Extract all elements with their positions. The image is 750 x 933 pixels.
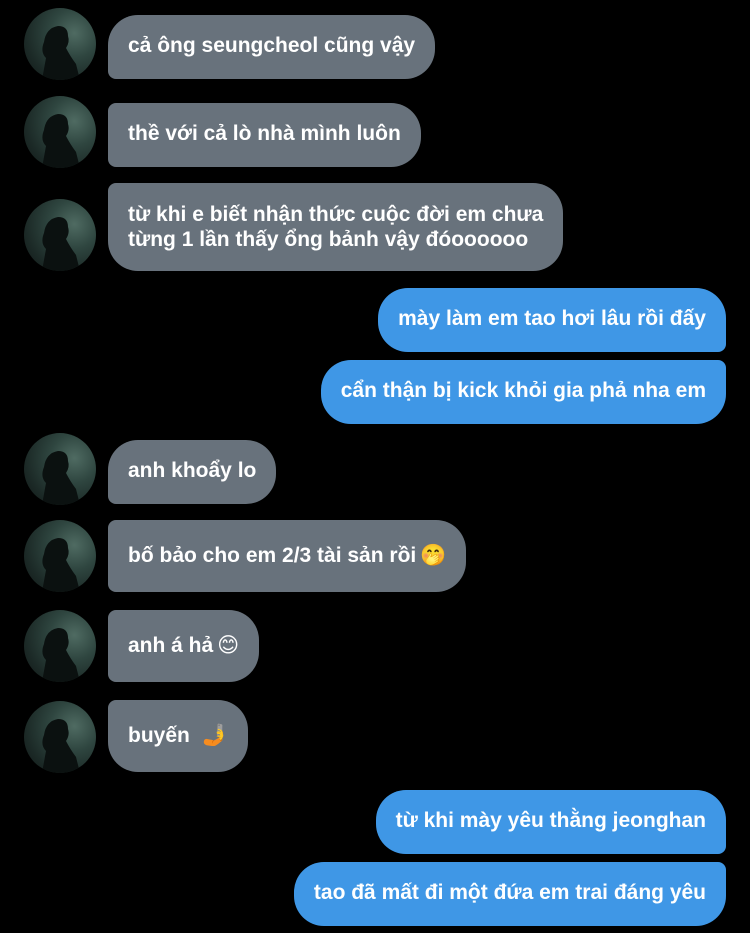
message-text: thề với cả lò nhà mình luôn — [128, 122, 401, 145]
message-bubble-incoming[interactable]: anh á hả 😊 — [108, 610, 260, 682]
message-bubble-incoming[interactable]: bố bảo cho em 2/3 tài sản rồi 🤭 — [108, 520, 467, 592]
message-bubble-outgoing[interactable]: mày làm em tao hơi lâu rồi đấy — [378, 288, 726, 352]
message-bubble-outgoing[interactable]: tao đã mất đi một đứa em trai đáng yêu — [293, 862, 726, 926]
contact-avatar[interactable] — [24, 8, 96, 80]
contact-avatar[interactable] — [24, 433, 96, 505]
message-text: buyến — [128, 724, 190, 747]
message-text: anh á hả — [128, 634, 214, 657]
message-text-line: từ khi e biết nhận thức cuộc đời em chưa — [128, 203, 544, 226]
message-bubble-incoming[interactable]: từ khi e biết nhận thức cuộc đời em chưa… — [108, 183, 564, 271]
smiling-face-icon: 😊 — [217, 634, 240, 657]
contact-avatar[interactable] — [24, 701, 96, 773]
message-bubble-outgoing[interactable]: cẩn thận bị kick khỏi gia phả nha em — [320, 360, 726, 424]
message-text-line: từng 1 lần thấy ổng bảnh vậy đóoooooo — [128, 228, 529, 251]
contact-avatar[interactable] — [24, 610, 96, 682]
contact-avatar[interactable] — [24, 199, 96, 271]
face-with-hand-over-mouth-icon: 🤭 — [420, 544, 447, 567]
message-text: mày làm em tao hơi lâu rồi đấy — [398, 307, 706, 330]
message-text: bố bảo cho em 2/3 tài sản rồi — [128, 544, 417, 567]
message-text: cả ông seungcheol cũng vậy — [128, 34, 416, 57]
message-bubble-incoming[interactable]: buyến 🤳 — [108, 700, 248, 772]
message-text: tao đã mất đi một đứa em trai đáng yêu — [313, 881, 706, 904]
message-bubble-incoming[interactable]: cả ông seungcheol cũng vậy — [108, 15, 436, 79]
message-bubble-incoming[interactable]: thề với cả lò nhà mình luôn — [108, 103, 421, 167]
contact-avatar[interactable] — [24, 520, 96, 592]
message-bubble-outgoing[interactable]: từ khi mày yêu thằng jeonghan — [375, 790, 726, 854]
message-text: từ khi mày yêu thằng jeonghan — [395, 809, 706, 832]
message-bubble-incoming[interactable]: anh khoẩy lo — [108, 440, 277, 504]
selfie-icon: 🤳 — [201, 724, 228, 747]
chat-thread[interactable]: cả ông seungcheol cũng vậy thề với cả lò… — [0, 0, 750, 933]
contact-avatar[interactable] — [24, 96, 96, 168]
message-text: anh khoẩy lo — [128, 459, 257, 482]
message-text: cẩn thận bị kick khỏi gia phả nha em — [340, 379, 706, 402]
